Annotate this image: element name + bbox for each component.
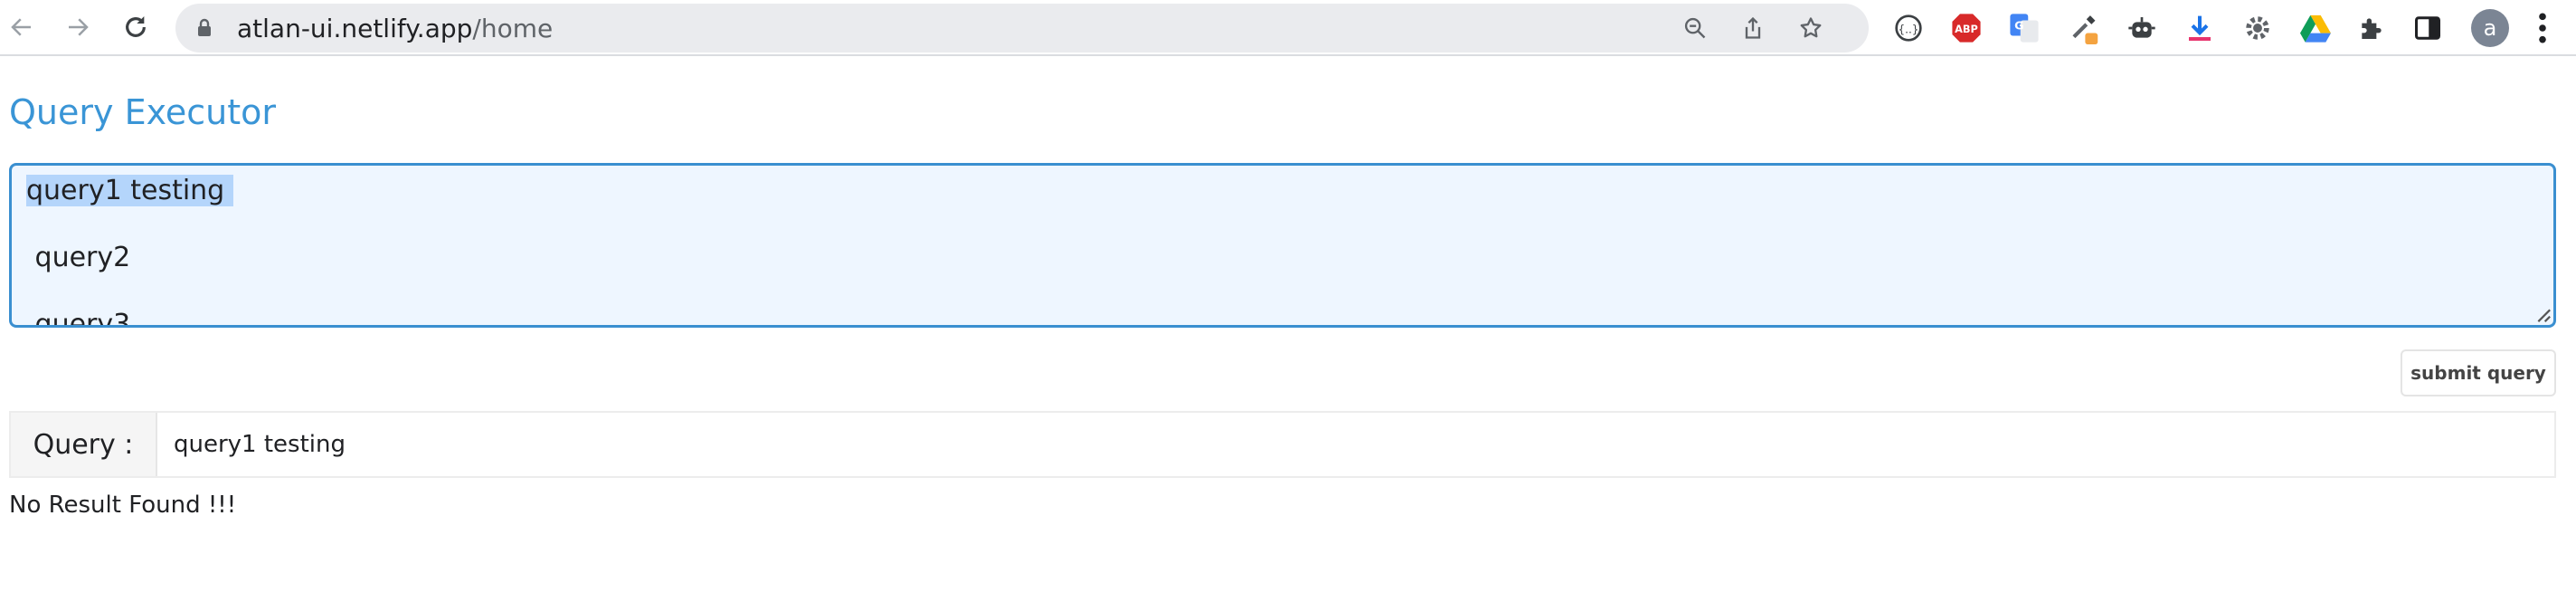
url-host: atlan-ui.netlify.app	[237, 14, 473, 43]
query-result-row: Query : query1 testing	[9, 411, 2556, 478]
arrow-left-icon	[11, 18, 31, 36]
zoom-out-icon[interactable]	[1682, 15, 1708, 41]
arrow-right-icon	[69, 18, 89, 36]
google-translate-icon[interactable]: G	[2008, 12, 2041, 44]
resize-grip-icon[interactable]	[2532, 303, 2552, 323]
forward-button[interactable]	[60, 9, 96, 45]
lock-icon	[198, 18, 211, 36]
robot-icon[interactable]	[2126, 12, 2158, 44]
query-result-label: Query :	[11, 413, 157, 476]
eyedropper-icon[interactable]	[2068, 12, 2100, 44]
submit-query-button[interactable]: submit query	[2401, 349, 2556, 396]
query-line: query3	[26, 309, 131, 328]
reload-button[interactable]	[118, 9, 154, 45]
url-text: atlan-ui.netlify.app/home	[237, 15, 553, 43]
query-result-value: query1 testing	[174, 431, 346, 458]
url-path: /home	[472, 14, 554, 43]
adblock-plus-icon[interactable]: ABP	[1950, 12, 1983, 44]
json-braces-icon[interactable]: {..}	[1892, 12, 1925, 44]
download-icon[interactable]	[2183, 12, 2216, 44]
back-button[interactable]	[4, 9, 40, 45]
query-line-selected: query1 testing	[26, 175, 234, 242]
query-line: query2	[26, 242, 131, 273]
page-title: Query Executor	[9, 92, 277, 132]
query-textarea[interactable]: query1 testing query2 query3	[9, 163, 2556, 328]
puzzle-icon[interactable]	[2355, 12, 2388, 44]
bookmark-star-icon[interactable]	[1798, 15, 1823, 41]
gear-extension-icon[interactable]	[2241, 12, 2274, 44]
side-panel-icon[interactable]	[2411, 12, 2444, 44]
address-bar[interactable]: atlan-ui.netlify.app/home	[175, 4, 1869, 53]
share-icon[interactable]	[1740, 15, 1766, 41]
profile-avatar[interactable]: a	[2471, 9, 2509, 47]
browser-toolbar: atlan-ui.netlify.app/home {..} ABP G a	[0, 0, 2576, 56]
svg-text:ABP: ABP	[1955, 23, 1978, 35]
status-message: No Result Found !!!	[9, 492, 237, 519]
kebab-menu-icon[interactable]	[2529, 11, 2556, 45]
svg-text:{..}: {..}	[1899, 23, 1919, 35]
google-drive-icon[interactable]	[2299, 12, 2332, 44]
svg-text:G: G	[2014, 19, 2023, 33]
reload-icon	[126, 16, 146, 37]
